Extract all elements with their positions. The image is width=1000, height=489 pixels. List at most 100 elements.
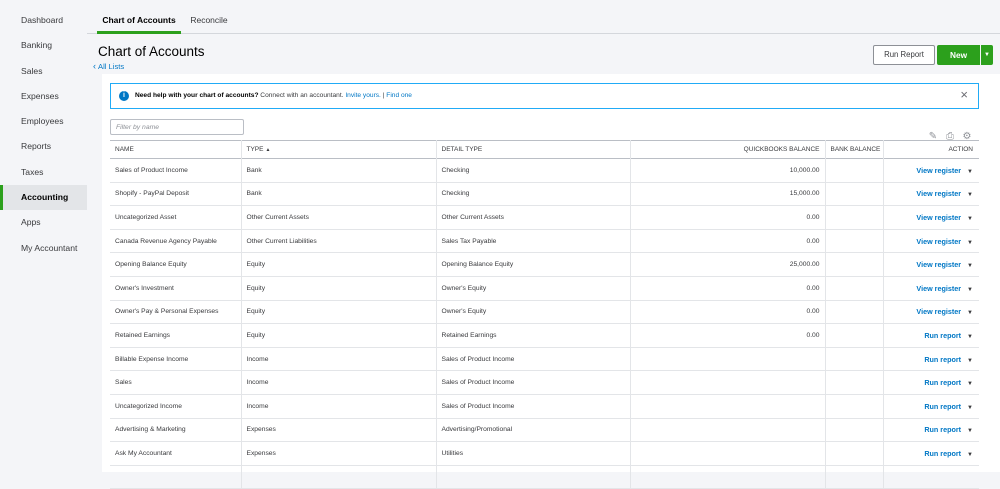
cell-detail-type: Checking (436, 182, 631, 206)
sidebar-item-sales[interactable]: Sales (0, 59, 87, 84)
action-menu-caret-icon[interactable]: ▼ (967, 216, 973, 222)
cell-name: Uncategorized Asset (110, 205, 242, 230)
action-menu-caret-icon[interactable]: ▼ (967, 310, 973, 316)
cell-quickbooks-balance (630, 441, 826, 466)
cell-type: Other Current Liabilities (241, 229, 437, 253)
view-register-link[interactable]: View register (916, 189, 961, 198)
view-register-link[interactable]: View register (916, 260, 961, 269)
sort-ascending-icon: ▲ (265, 147, 271, 153)
cell-detail-type: Sales of Product Income (436, 370, 631, 395)
tab-reconcile[interactable]: Reconcile (187, 0, 231, 33)
run-report-link[interactable]: Run report (924, 331, 961, 340)
run-report-link[interactable]: Run report (924, 425, 961, 434)
banner-text: Connect with an accountant. (258, 92, 346, 99)
cell-action: Run report ▼ (883, 418, 979, 442)
cell-type: Equity (241, 323, 437, 348)
col-header-name[interactable]: NAME (110, 140, 242, 159)
action-menu-caret-icon[interactable]: ▼ (967, 240, 973, 246)
table-row: Uncategorized Income Income Sales of Produ… (110, 394, 979, 419)
table-row: Shopify - PayPal Deposit Bank Checking 15,0… (110, 182, 979, 206)
col-header-quickbooks-balance[interactable]: QUICKBOOKS BALANCE (630, 140, 826, 159)
all-lists-link[interactable]: ‹ All Lists (93, 61, 124, 71)
table-row: Retained Earnings Equity Retained Earnings… (110, 323, 979, 348)
action-menu-caret-icon[interactable]: ▼ (967, 169, 973, 175)
cell-name: Opening Balance Equity (110, 252, 242, 277)
cell-type: Bank (241, 182, 437, 206)
table-tools: ✎ ⎙ ⚙ (927, 126, 978, 142)
table-header-row: NAME TYPE ▲ DETAIL TYPE QUICKBOOKS BALANC… (110, 140, 979, 159)
cell-quickbooks-balance (630, 418, 826, 442)
view-register-link[interactable]: View register (916, 166, 961, 175)
accounts-table: NAME TYPE ▲ DETAIL TYPE QUICKBOOKS BALANC… (110, 140, 979, 489)
cell-type: Equity (241, 300, 437, 324)
cell-type: Expenses (241, 418, 437, 442)
cell-action: View register ▼ (883, 159, 979, 183)
cell-name: Owner's Investment (110, 276, 242, 301)
cell-detail-type: Retained Earnings (436, 323, 631, 348)
col-header-type-label: TYPE (246, 146, 264, 153)
cell-quickbooks-balance: 0.00 (630, 205, 826, 230)
new-button[interactable]: New (937, 45, 980, 65)
cell-type (241, 465, 437, 489)
run-report-link[interactable]: Run report (924, 449, 961, 458)
invite-accountant-link[interactable]: Invite yours. (345, 92, 381, 99)
cell-action: View register ▼ (883, 276, 979, 300)
col-header-type[interactable]: TYPE ▲ (241, 140, 437, 159)
col-header-detail-type[interactable]: DETAIL TYPE (436, 140, 631, 159)
sidebar-item-apps[interactable]: Apps (0, 210, 87, 235)
col-header-bank-balance[interactable]: BANK BALANCE (825, 140, 884, 159)
table-row: Owner's Investment Equity Owner's Equity 0.… (110, 276, 979, 301)
close-icon[interactable]: × (960, 88, 968, 102)
sidebar-item-banking[interactable]: Banking (0, 33, 87, 58)
cell-action: Run report ▼ (883, 442, 979, 466)
table-row: Advertising & Marketing Expenses Advertisi… (110, 418, 979, 442)
cell-type: Income (241, 370, 437, 395)
table-row: Uncategorized Asset Other Current Assets O… (110, 205, 979, 230)
cell-action: View register ▼ (883, 229, 979, 253)
run-report-link[interactable]: Run report (924, 355, 961, 364)
cell-quickbooks-balance (630, 465, 826, 489)
cell-bank-balance (825, 158, 884, 183)
view-register-link[interactable]: View register (916, 307, 961, 316)
help-banner: i Need help with your chart of accounts?… (110, 83, 979, 109)
action-menu-caret-icon[interactable]: ▼ (967, 358, 973, 364)
cell-detail-type: Utilities (436, 441, 631, 466)
action-menu-caret-icon[interactable]: ▼ (967, 287, 973, 293)
action-menu-caret-icon[interactable]: ▼ (967, 192, 973, 198)
action-menu-caret-icon[interactable]: ▼ (967, 452, 973, 458)
sidebar-item-employees[interactable]: Employees (0, 109, 87, 134)
run-report-button[interactable]: Run Report (873, 45, 935, 65)
view-register-link[interactable]: View register (916, 237, 961, 246)
sidebar-item-taxes[interactable]: Taxes (0, 160, 87, 185)
tab-chart-of-accounts[interactable]: Chart of Accounts (97, 0, 181, 34)
action-menu-caret-icon[interactable]: ▼ (967, 334, 973, 340)
view-register-link[interactable]: View register (916, 284, 961, 293)
filter-by-name-input[interactable] (110, 119, 244, 135)
sidebar-item-dashboard[interactable]: Dashboard (0, 8, 87, 33)
cell-detail-type: Owner's Equity (436, 276, 631, 301)
action-menu-caret-icon[interactable]: ▼ (967, 428, 973, 434)
cell-bank-balance (825, 229, 884, 253)
action-menu-caret-icon[interactable]: ▼ (967, 405, 973, 411)
run-report-link[interactable]: Run report (924, 402, 961, 411)
run-report-link[interactable]: Run report (924, 378, 961, 387)
action-menu-caret-icon[interactable]: ▼ (967, 263, 973, 269)
new-dropdown-toggle[interactable]: ▼ (981, 45, 993, 65)
cell-name: Retained Earnings (110, 323, 242, 348)
cell-bank-balance (825, 300, 884, 324)
cell-type: Other Current Assets (241, 205, 437, 230)
sidebar-item-expenses[interactable]: Expenses (0, 84, 87, 109)
cell-bank-balance (825, 347, 884, 371)
cell-action: View register ▼ (883, 253, 979, 277)
action-menu-caret-icon[interactable]: ▼ (967, 381, 973, 387)
sidebar-item-my-accountant[interactable]: My Accountant (0, 236, 87, 261)
cell-bank-balance (825, 323, 884, 348)
find-accountant-link[interactable]: Find one (386, 92, 412, 99)
left-nav-list: Dashboard Banking Sales Expenses Employees Re… (0, 8, 87, 261)
sidebar-item-accounting[interactable]: Accounting (0, 185, 87, 211)
info-icon: i (119, 91, 129, 101)
cell-bank-balance (825, 394, 884, 419)
view-register-link[interactable]: View register (916, 213, 961, 222)
cell-quickbooks-balance (630, 347, 826, 371)
sidebar-item-reports[interactable]: Reports (0, 134, 87, 159)
